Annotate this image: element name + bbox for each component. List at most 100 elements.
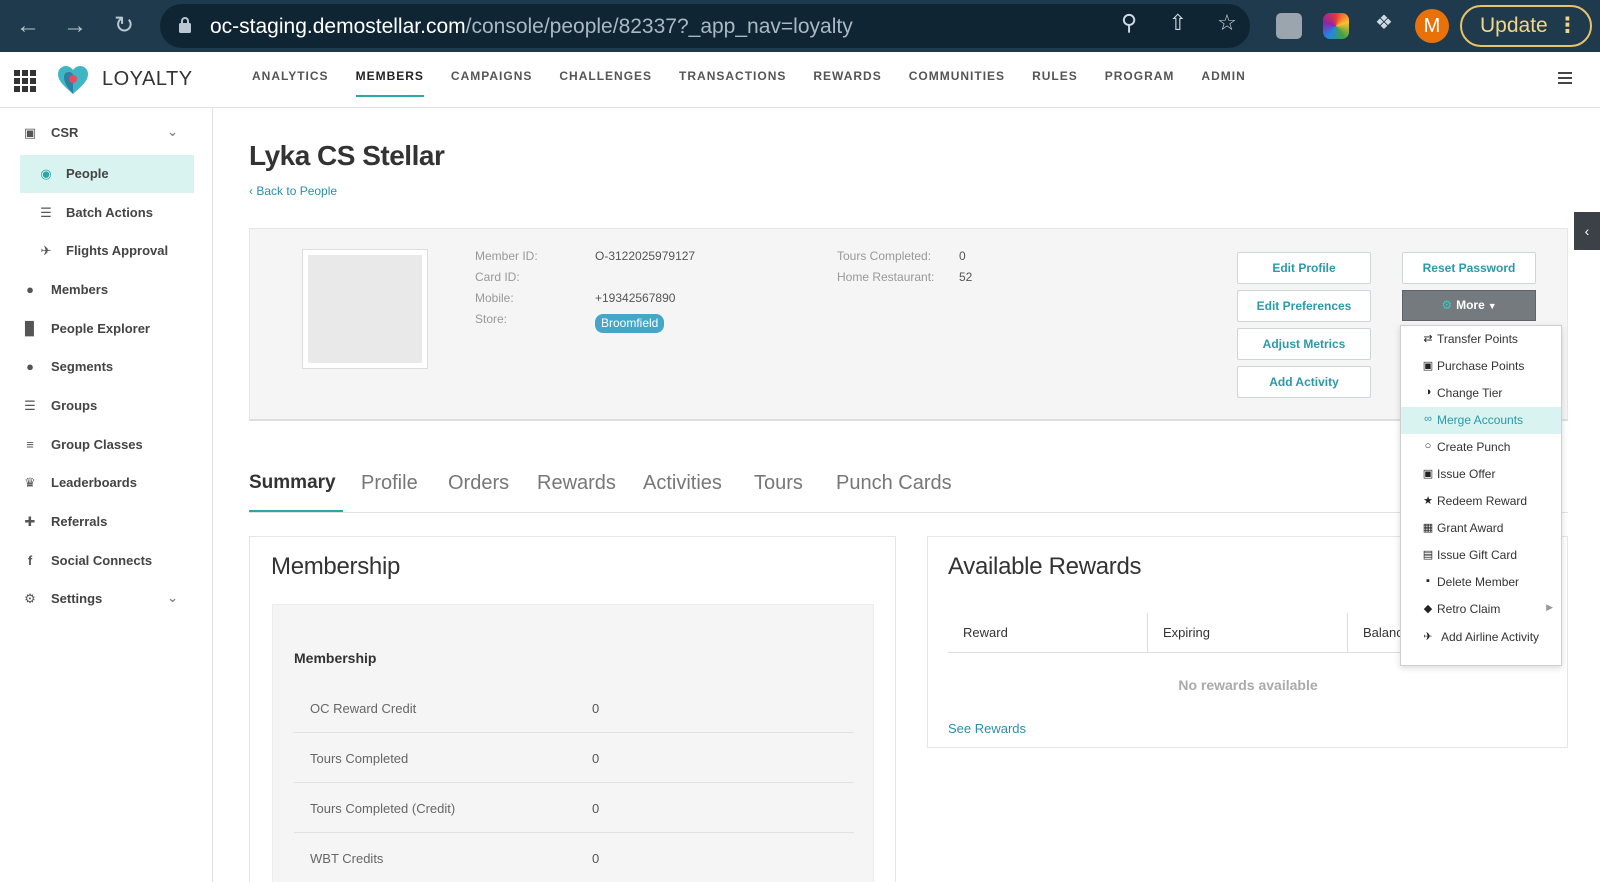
edit-profile-button[interactable]: Edit Profile <box>1237 252 1371 284</box>
nav-campaigns[interactable]: CAMPAIGNS <box>451 52 532 108</box>
tag-icon: ◆ <box>1423 603 1433 615</box>
update-button[interactable]: Update ⋮ <box>1460 5 1592 47</box>
active-tab-indicator <box>249 510 343 512</box>
app-grid-icon[interactable] <box>14 70 36 92</box>
reload-icon[interactable]: ↻ <box>110 12 138 40</box>
chevron-down-icon: ⌄ <box>167 124 178 139</box>
tab-punch-cards[interactable]: Punch Cards <box>836 472 952 495</box>
sidebar-item-batch-actions[interactable]: ☰ Batch Actions <box>0 194 212 232</box>
adjust-metrics-button[interactable]: Adjust Metrics <box>1237 328 1371 360</box>
plane-icon: ✈ <box>40 243 52 258</box>
trophy-icon: ♛ <box>24 475 36 490</box>
nav-challenges[interactable]: CHALLENGES <box>559 52 652 108</box>
menu-item-purchase-points[interactable]: ▣ Purchase Points <box>1401 353 1561 380</box>
puzzle-extensions-icon[interactable]: ❖ <box>1371 10 1397 36</box>
membership-section-heading: Membership <box>294 650 377 666</box>
zoom-icon[interactable]: ⚲ <box>1116 10 1142 36</box>
menu-item-create-punch[interactable]: ○ Create Punch <box>1401 434 1561 461</box>
share-icon[interactable]: ⇧ <box>1165 10 1191 36</box>
sidebar-item-segments[interactable]: ● Segments <box>0 348 212 386</box>
table-row: Tours Completed (Credit) 0 <box>294 783 854 833</box>
gear-icon: ⚙ <box>1441 298 1453 312</box>
circle-outline-icon: ○ <box>1424 440 1432 452</box>
more-button[interactable]: ⚙ More ▼ <box>1402 290 1536 321</box>
hamburger-menu-icon[interactable] <box>1558 72 1572 84</box>
handshake-icon: ∞ <box>1424 413 1432 425</box>
add-activity-button[interactable]: Add Activity <box>1237 366 1371 398</box>
list-icon: ☰ <box>40 205 52 220</box>
menu-item-transfer-points[interactable]: ⇄ Transfer Points <box>1401 326 1561 353</box>
camera-extension-icon[interactable] <box>1276 13 1302 39</box>
color-extension-icon[interactable] <box>1323 13 1349 39</box>
lock-icon <box>179 17 191 33</box>
tab-orders[interactable]: Orders <box>448 472 509 495</box>
gift-icon: ▦ <box>1422 522 1434 534</box>
table-row: OC Reward Credit 0 <box>294 683 854 733</box>
sidebar-item-flights-approval[interactable]: ✈ Flights Approval <box>0 232 212 270</box>
browser-toolbar: ← → ↻ oc-staging.demostellar.com/console… <box>0 0 1600 52</box>
exchange-icon: ⇄ <box>1423 333 1433 345</box>
nav-admin[interactable]: ADMIN <box>1201 52 1245 108</box>
plane-icon: ✈ <box>1423 631 1433 643</box>
mobile-label: Mobile: <box>475 291 514 305</box>
nav-transactions[interactable]: TRANSACTIONS <box>679 52 786 108</box>
sidebar-item-people-explorer[interactable]: ▉ People Explorer <box>0 310 212 348</box>
sidebar-item-people[interactable]: ◉ People <box>20 155 194 193</box>
membership-panel: Membership Membership OC Reward Credit 0… <box>249 536 896 882</box>
home-restaurant-label: Home Restaurant: <box>837 270 935 284</box>
profile-avatar[interactable]: M <box>1415 9 1449 43</box>
sidebar-item-group-classes[interactable]: ≡ Group Classes <box>0 426 212 464</box>
star-icon: ★ <box>1423 495 1433 507</box>
menu-item-grant-award[interactable]: ▦ Grant Award <box>1401 515 1561 542</box>
back-arrow-icon[interactable]: ← <box>14 12 42 40</box>
menu-item-issue-offer[interactable]: ▣ Issue Offer <box>1401 461 1561 488</box>
nav-members[interactable]: MEMBERS <box>355 52 425 108</box>
reset-password-button[interactable]: Reset Password <box>1402 252 1536 284</box>
app-header: LOYALTY ANALYTICS MEMBERS CAMPAIGNS CHAL… <box>0 52 1600 108</box>
menu-item-redeem-reward[interactable]: ★ Redeem Reward <box>1401 488 1561 515</box>
edit-preferences-button[interactable]: Edit Preferences <box>1237 290 1371 322</box>
sidebar-item-referrals[interactable]: ✚ Referrals <box>0 503 212 541</box>
menu-item-issue-gift-card[interactable]: ▤ Issue Gift Card <box>1401 542 1561 569</box>
sidebar-item-leaderboards[interactable]: ♛ Leaderboards <box>0 464 212 502</box>
menu-item-delete-member[interactable]: ▪ Delete Member <box>1401 569 1561 596</box>
chevron-left-icon: ‹ <box>1584 223 1590 239</box>
nav-rewards[interactable]: REWARDS <box>813 52 881 108</box>
sidebar-item-members[interactable]: ● Members <box>0 271 212 309</box>
nav-communities[interactable]: COMMUNITIES <box>909 52 1005 108</box>
collapse-panel-handle[interactable]: ‹ <box>1574 212 1600 250</box>
tab-activities[interactable]: Activities <box>643 472 722 495</box>
nav-analytics[interactable]: ANALYTICS <box>252 52 329 108</box>
star-bookmark-icon[interactable]: ☆ <box>1214 10 1240 36</box>
menu-item-change-tier[interactable]: ◑ Change Tier <box>1401 380 1561 407</box>
store-badge: Broomfield <box>595 314 665 333</box>
card-id-label: Card ID: <box>475 270 520 284</box>
tabs-divider <box>249 512 1568 513</box>
column-header-reward[interactable]: Reward <box>948 613 1148 653</box>
users-icon: ● <box>26 359 34 374</box>
menu-item-merge-accounts[interactable]: ∞ Merge Accounts <box>1401 407 1561 434</box>
column-header-expiring[interactable]: Expiring <box>1148 613 1348 653</box>
back-to-people-link[interactable]: ‹ Back to People <box>249 184 337 198</box>
address-bar[interactable]: oc-staging.demostellar.com/console/peopl… <box>160 4 1250 48</box>
nav-program[interactable]: PROGRAM <box>1105 52 1175 108</box>
sidebar-item-csr[interactable]: ▣ CSR ⌄ <box>0 114 212 152</box>
gears-icon: ⚙ <box>24 591 36 606</box>
sidebar-item-social-connects[interactable]: f Social Connects <box>0 542 212 580</box>
sidebar-item-settings[interactable]: ⚙ Settings ⌄ <box>0 580 212 618</box>
member-id-label: Member ID: <box>475 249 538 263</box>
tours-completed-label: Tours Completed: <box>837 249 932 263</box>
tab-summary[interactable]: Summary <box>249 472 336 494</box>
tours-completed-value: 0 <box>959 249 966 263</box>
menu-item-add-airline-activity[interactable]: ✈ Add Airline Activity <box>1401 624 1561 651</box>
sidebar-item-groups[interactable]: ☰ Groups <box>0 387 212 425</box>
tab-rewards[interactable]: Rewards <box>537 472 616 495</box>
sidebar: ▣ CSR ⌄ ◉ People ☰ Batch Actions ✈ Fligh… <box>0 108 213 882</box>
see-rewards-link[interactable]: See Rewards <box>948 721 1026 736</box>
half-circle-icon: ◑ <box>1424 386 1432 398</box>
nav-rules[interactable]: RULES <box>1032 52 1078 108</box>
tab-profile[interactable]: Profile <box>361 472 418 495</box>
tab-tours[interactable]: Tours <box>754 472 803 495</box>
forward-arrow-icon[interactable]: → <box>61 12 89 40</box>
menu-item-retro-claim[interactable]: ◆ Retro Claim ▶ <box>1401 596 1561 623</box>
